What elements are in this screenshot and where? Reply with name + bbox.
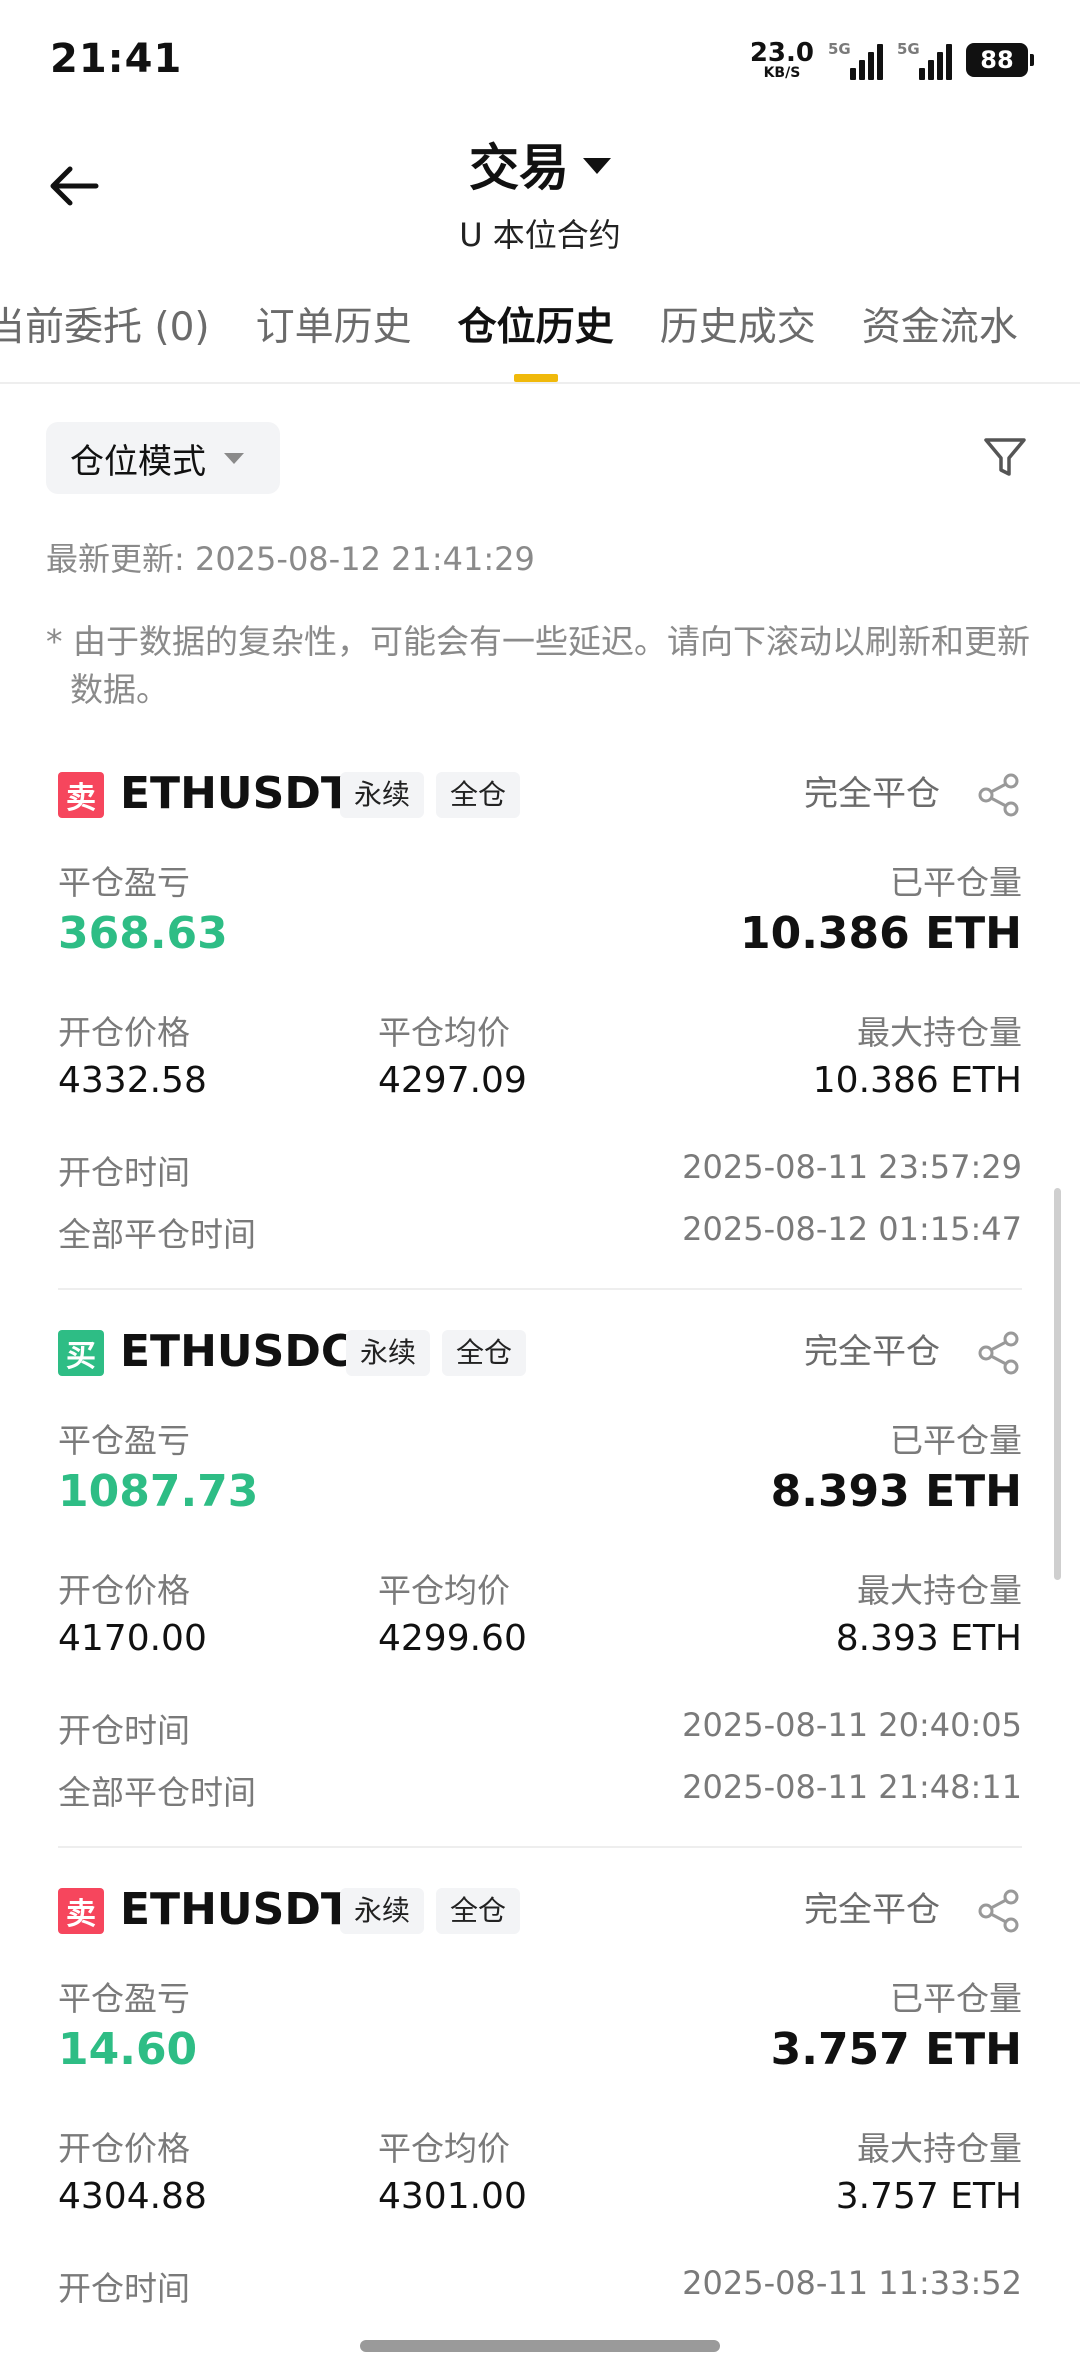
delay-note: * 由于数据的复杂性，可能会有一些延迟。请向下滚动以刷新和更新数据。 xyxy=(46,622,1030,709)
caret-down-icon xyxy=(224,452,244,464)
net-speed-value: 23.0 xyxy=(749,38,814,68)
open-price-value: 4332.58 xyxy=(58,1060,207,1101)
close-avg-label: 平仓均价 xyxy=(378,2129,510,2168)
max-hold-label: 最大持仓量 xyxy=(857,1571,1022,1610)
closed-qty-label: 已平仓量 xyxy=(890,863,1022,902)
max-hold-value: 8.393 ETH xyxy=(835,1618,1022,1659)
card-divider xyxy=(58,1288,1022,1290)
open-price-label: 开仓价格 xyxy=(58,1013,190,1052)
symbol: ETHUSDC xyxy=(120,1326,354,1377)
page-title: 交易 xyxy=(469,139,569,197)
card-divider xyxy=(58,1846,1022,1848)
max-hold-label: 最大持仓量 xyxy=(857,2129,1022,2168)
max-hold-value: 10.386 ETH xyxy=(812,1060,1022,1101)
tag-perpetual: 永续 xyxy=(346,1330,431,1376)
caret-down-icon xyxy=(583,158,611,174)
share-icon[interactable] xyxy=(976,772,1022,818)
battery-icon: 88 xyxy=(966,43,1034,77)
tag-cross: 全仓 xyxy=(436,1888,521,1934)
close-time-value: 2025-08-11 21:48:11 xyxy=(682,1768,1022,1806)
tabs-divider xyxy=(0,382,1080,384)
share-icon[interactable] xyxy=(976,1888,1022,1934)
tab-bar: 当前委托 (0) 订单历史 仓位历史 历史成交 资金流水 xyxy=(0,296,1080,382)
filter-button[interactable] xyxy=(980,432,1030,482)
tag-perpetual: 永续 xyxy=(340,772,425,818)
closed-qty-label: 已平仓量 xyxy=(890,1421,1022,1460)
open-price-value: 4170.00 xyxy=(58,1618,207,1659)
close-time-label: 全部平仓时间 xyxy=(58,1215,256,1254)
signal-sim1-icon: 5G xyxy=(828,40,883,80)
open-price-label: 开仓价格 xyxy=(58,1571,190,1610)
last-updated: 最新更新: 2025-08-12 21:41:29 xyxy=(46,540,535,578)
close-avg-value: 4301.00 xyxy=(378,2176,527,2217)
closed-qty-label: 已平仓量 xyxy=(890,1979,1022,2018)
open-price-label: 开仓价格 xyxy=(58,2129,190,2168)
close-status: 完全平仓 xyxy=(804,774,940,814)
tab-order-history[interactable]: 订单历史 xyxy=(256,296,412,382)
side-badge: 卖 xyxy=(58,772,104,818)
max-hold-value: 3.757 ETH xyxy=(835,2176,1022,2217)
close-avg-value: 4297.09 xyxy=(378,1060,527,1101)
closed-qty-value: 8.393 ETH xyxy=(770,1466,1022,1517)
open-price-value: 4304.88 xyxy=(58,2176,207,2217)
pnl-label: 平仓盈亏 xyxy=(58,863,190,902)
max-hold-label: 最大持仓量 xyxy=(857,1013,1022,1052)
net-speed: 23.0 KB/S xyxy=(750,40,814,80)
open-time-label: 开仓时间 xyxy=(58,2269,190,2308)
open-time-value: 2025-08-11 11:33:52 xyxy=(682,2264,1022,2302)
scrollbar-thumb[interactable] xyxy=(1054,1188,1061,1580)
close-status: 完全平仓 xyxy=(804,1890,940,1930)
side-badge: 卖 xyxy=(58,1888,104,1934)
position-mode-dropdown[interactable]: 仓位模式 xyxy=(46,422,280,494)
pnl-value: 368.63 xyxy=(58,908,228,959)
close-time-label: 全部平仓时间 xyxy=(58,1773,256,1812)
home-indicator[interactable] xyxy=(360,2340,720,2352)
pnl-value: 1087.73 xyxy=(58,1466,259,1517)
card-header: 卖 ETHUSDT 永续 全仓 完全平仓 xyxy=(58,1880,1022,1940)
close-avg-label: 平仓均价 xyxy=(378,1571,510,1610)
closed-qty-value: 10.386 ETH xyxy=(739,908,1022,959)
close-time-value: 2025-08-12 01:15:47 xyxy=(682,1210,1022,1248)
share-icon[interactable] xyxy=(976,1330,1022,1376)
tab-open-orders[interactable]: 当前委托 (0) xyxy=(0,296,210,382)
tag-cross: 全仓 xyxy=(442,1330,527,1376)
sim1-label: 5G xyxy=(828,40,851,58)
card-header: 买 ETHUSDC 永续 全仓 完全平仓 xyxy=(58,1322,1022,1382)
pnl-label: 平仓盈亏 xyxy=(58,1979,190,2018)
title-dropdown[interactable]: 交易 xyxy=(469,128,611,200)
tag-perpetual: 永续 xyxy=(340,1888,425,1934)
net-speed-unit: KB/S xyxy=(763,65,801,81)
symbol: ETHUSDT xyxy=(120,1884,351,1935)
trading-page: 21:41 23.0 KB/S 5G 5G 88 交易 U 本位合约 当前委托 … xyxy=(0,0,1080,2376)
pnl-value: 14.60 xyxy=(58,2024,198,2075)
close-status: 完全平仓 xyxy=(804,1332,940,1372)
position-mode-label: 仓位模式 xyxy=(70,441,206,482)
close-avg-label: 平仓均价 xyxy=(378,1013,510,1052)
card-header: 卖 ETHUSDT 永续 全仓 完全平仓 xyxy=(58,764,1022,824)
open-time-value: 2025-08-11 23:57:29 xyxy=(682,1148,1022,1186)
filter-icon xyxy=(984,438,1026,476)
open-time-label: 开仓时间 xyxy=(58,1711,190,1750)
closed-qty-value: 3.757 ETH xyxy=(770,2024,1022,2075)
symbol: ETHUSDT xyxy=(120,768,351,819)
tab-funding-flow[interactable]: 资金流水 xyxy=(862,296,1018,382)
close-avg-value: 4299.60 xyxy=(378,1618,527,1659)
page-subtitle: U 本位合约 xyxy=(459,216,621,254)
tab-position-history[interactable]: 仓位历史 xyxy=(458,296,614,382)
page-header: 交易 U 本位合约 xyxy=(0,128,1080,256)
tab-trade-history[interactable]: 历史成交 xyxy=(660,296,816,382)
tag-cross: 全仓 xyxy=(436,772,521,818)
status-time: 21:41 xyxy=(50,36,183,82)
open-time-value: 2025-08-11 20:40:05 xyxy=(682,1706,1022,1744)
signal-sim2-icon: 5G xyxy=(897,40,952,80)
open-time-label: 开仓时间 xyxy=(58,1153,190,1192)
pnl-label: 平仓盈亏 xyxy=(58,1421,190,1460)
side-badge: 买 xyxy=(58,1330,104,1376)
status-indicators: 23.0 KB/S 5G 5G 88 xyxy=(750,40,1034,80)
sim2-label: 5G xyxy=(897,40,920,58)
status-bar: 21:41 23.0 KB/S 5G 5G 88 xyxy=(0,0,1080,120)
